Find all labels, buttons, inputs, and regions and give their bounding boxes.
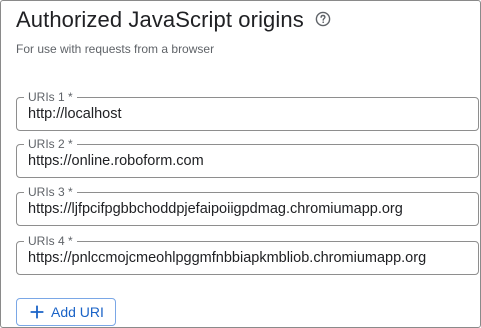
uri-input[interactable]: http://localhost bbox=[28, 98, 470, 130]
add-uri-label: Add URI bbox=[51, 304, 104, 320]
add-uri-button[interactable]: Add URI bbox=[16, 298, 116, 326]
uri-input[interactable]: https://pnlccmojcmeohlpggmfnbbiapkmbliob… bbox=[28, 242, 470, 274]
help-circle-icon[interactable] bbox=[315, 11, 331, 27]
uri-field-1[interactable]: URIs 1 * http://localhost bbox=[16, 90, 479, 131]
section-title: Authorized JavaScript origins bbox=[16, 7, 304, 32]
uri-field-4[interactable]: URIs 4 * https://pnlccmojcmeohlpggmfnbbi… bbox=[16, 234, 479, 275]
uri-field-2[interactable]: URIs 2 * https://online.roboform.com bbox=[16, 137, 479, 178]
plus-icon bbox=[30, 305, 44, 319]
uri-field-3[interactable]: URIs 3 * https://ljfpcifpgbbchoddpjefaip… bbox=[16, 185, 479, 226]
section-header: Authorized JavaScript origins bbox=[16, 7, 331, 33]
uri-input[interactable]: https://ljfpcifpgbbchoddpjefaipoiigpdmag… bbox=[28, 193, 470, 225]
uri-input[interactable]: https://online.roboform.com bbox=[28, 145, 470, 177]
authorized-origins-panel: Authorized JavaScript origins For use wi… bbox=[0, 0, 481, 328]
section-subtitle: For use with requests from a browser bbox=[16, 42, 215, 56]
